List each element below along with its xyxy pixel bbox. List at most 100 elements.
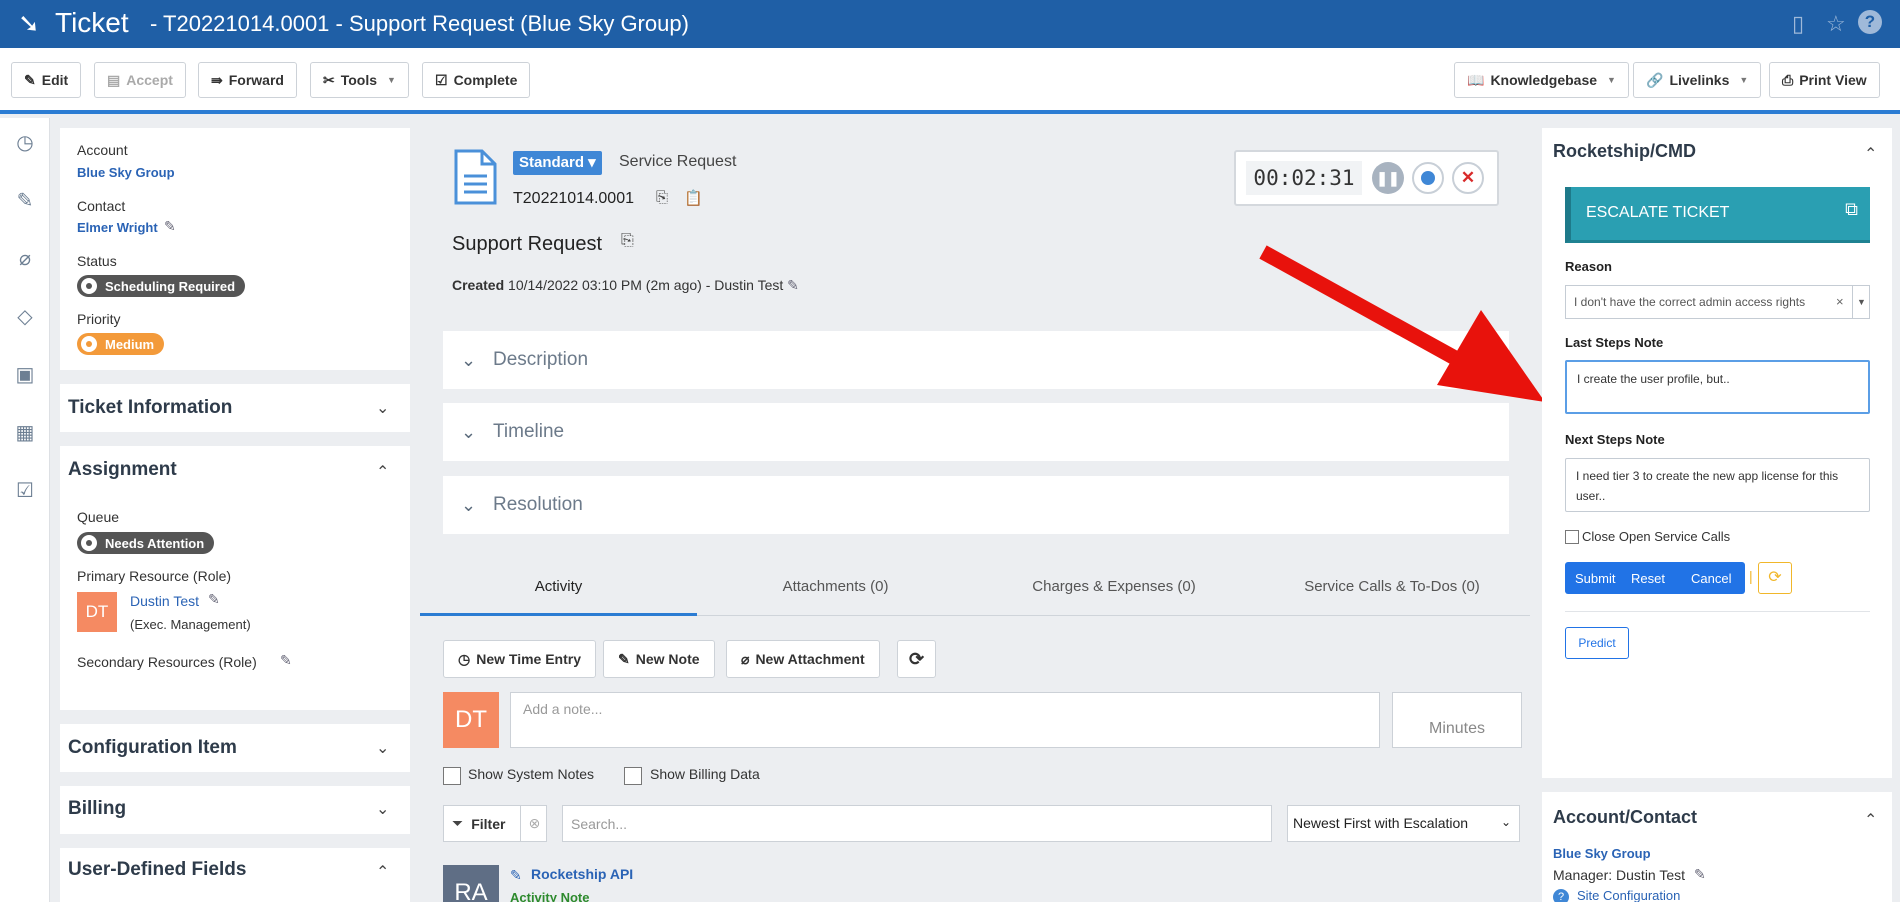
chevron-up-icon[interactable]: ⌃ bbox=[376, 462, 389, 482]
star-icon[interactable]: ☆ bbox=[1826, 11, 1846, 37]
submit-button[interactable]: Submit bbox=[1575, 571, 1615, 586]
chevron-down-icon[interactable]: ⌄ bbox=[376, 799, 389, 819]
activity-search-input[interactable]: Search... bbox=[562, 805, 1272, 842]
print-view-button[interactable]: ⎙ Print View bbox=[1769, 62, 1880, 98]
copy-number-icon[interactable]: ⎘ bbox=[656, 189, 668, 206]
edit-note-icon[interactable]: ✎ bbox=[12, 188, 38, 214]
chevron-up-icon[interactable]: ⌃ bbox=[1864, 810, 1877, 830]
document-icon: ▤ bbox=[107, 71, 121, 88]
checklist-icon[interactable]: ☑ bbox=[12, 478, 38, 504]
resolution-panel[interactable]: ⌄ Resolution bbox=[443, 476, 1509, 534]
clock-icon[interactable]: ◷ bbox=[12, 130, 38, 156]
created-separator: - bbox=[705, 277, 711, 293]
show-system-notes-checkbox[interactable] bbox=[443, 767, 461, 785]
action-button-group: Submit Reset Cancel bbox=[1565, 562, 1745, 594]
ticket-type-badge[interactable]: Standard ▾ bbox=[513, 151, 602, 175]
complete-button[interactable]: ☑ Complete bbox=[422, 62, 531, 98]
predict-button[interactable]: Predict bbox=[1565, 627, 1629, 659]
created-value: 10/14/2022 03:10 PM (2m ago) bbox=[508, 277, 702, 293]
tab-attachments[interactable]: Attachments (0) bbox=[697, 578, 974, 595]
refresh-predict-button[interactable]: ⟳ bbox=[1758, 562, 1792, 594]
pause-button[interactable]: ❚❚ bbox=[1372, 162, 1404, 194]
status-dot-icon bbox=[81, 278, 97, 294]
contact-link[interactable]: Elmer Wright bbox=[77, 220, 158, 235]
refresh-button[interactable]: ⟳ bbox=[897, 640, 936, 678]
new-time-entry-button[interactable]: ◷ New Time Entry bbox=[443, 640, 596, 678]
created-label: Created bbox=[452, 277, 505, 293]
stop-button[interactable]: ✕ bbox=[1452, 162, 1484, 194]
timeline-panel[interactable]: ⌄ Timeline bbox=[443, 403, 1509, 461]
next-steps-textarea[interactable]: I need tier 3 to create the new app lice… bbox=[1565, 458, 1870, 512]
show-billing-data-checkbox[interactable] bbox=[624, 767, 642, 785]
user-defined-fields-section[interactable]: User-Defined Fields ⌃ bbox=[60, 848, 410, 902]
edit-created-icon[interactable]: ✎ bbox=[787, 277, 799, 293]
new-attachment-button[interactable]: ⌀ New Attachment bbox=[726, 640, 880, 678]
entry-type: Activity Note bbox=[510, 890, 590, 902]
chevron-down-icon[interactable]: ⌄ bbox=[376, 398, 389, 418]
timer-widget: 00:02:31 ❚❚ ✕ bbox=[1234, 150, 1499, 206]
edit-button[interactable]: ✎ Edit bbox=[11, 62, 82, 98]
account-contact-account-link[interactable]: Blue Sky Group bbox=[1553, 846, 1651, 861]
tag-icon[interactable]: ◇ bbox=[12, 304, 38, 330]
clipboard-icon[interactable]: 📋 bbox=[684, 189, 703, 207]
tab-activity[interactable]: Activity bbox=[420, 578, 697, 595]
external-link-icon: ⧉ bbox=[1845, 199, 1858, 219]
status-value: Scheduling Required bbox=[105, 278, 236, 294]
last-steps-label: Last Steps Note bbox=[1565, 335, 1664, 350]
edit-label: Edit bbox=[41, 72, 69, 88]
record-button[interactable] bbox=[1412, 162, 1444, 194]
account-contact-title: Account/Contact bbox=[1553, 807, 1697, 827]
book-icon: 📖 bbox=[1467, 71, 1485, 88]
reset-button[interactable]: Reset bbox=[1631, 571, 1665, 586]
site-configuration-link[interactable]: Site Configuration bbox=[1577, 888, 1680, 902]
account-link[interactable]: Blue Sky Group bbox=[77, 165, 175, 180]
clear-reason-icon[interactable]: × bbox=[1836, 294, 1844, 309]
sort-select[interactable]: Newest First with Escalation ⌄ bbox=[1287, 805, 1520, 842]
entry-edit-icon[interactable]: ✎ bbox=[510, 867, 522, 884]
chevron-up-icon[interactable]: ⌃ bbox=[1864, 144, 1877, 164]
reason-select[interactable]: I don't have the correct admin access ri… bbox=[1565, 285, 1870, 319]
title-bar: ➘ Ticket - T20221014.0001 - Support Requ… bbox=[0, 0, 1900, 48]
panel-icon[interactable]: ▯ bbox=[1792, 11, 1804, 37]
accept-button[interactable]: ▤ Accept bbox=[94, 62, 186, 98]
new-note-button[interactable]: ✎ New Note bbox=[603, 640, 715, 678]
clear-filter-icon[interactable]: ⊗ bbox=[520, 806, 548, 841]
edit-contact-icon[interactable]: ✎ bbox=[164, 218, 176, 235]
knowledgebase-button[interactable]: 📖 Knowledgebase ▼ bbox=[1454, 62, 1629, 98]
resolution-heading: Resolution bbox=[493, 494, 583, 515]
cancel-button[interactable]: Cancel bbox=[1691, 571, 1731, 586]
forward-button[interactable]: ⇛ Forward bbox=[198, 62, 297, 98]
chevron-up-icon[interactable]: ⌃ bbox=[376, 862, 389, 882]
edit-secondary-icon[interactable]: ✎ bbox=[280, 652, 292, 669]
edit-manager-icon[interactable]: ✎ bbox=[1694, 866, 1706, 883]
help-icon[interactable]: ? bbox=[1858, 10, 1882, 34]
copy-title-icon[interactable]: ⎘ bbox=[621, 232, 634, 250]
assignment-section: Assignment ⌃ Queue Needs Attention Prima… bbox=[60, 446, 410, 710]
ticket-information-section[interactable]: Ticket Information ⌄ bbox=[60, 384, 410, 432]
note-input[interactable]: Add a note... bbox=[510, 692, 1380, 748]
calendar-icon[interactable]: ▦ bbox=[12, 420, 38, 446]
chevron-down-icon[interactable]: ⌄ bbox=[376, 738, 389, 758]
entry-author-link[interactable]: Rocketship API bbox=[531, 866, 633, 882]
configuration-item-section[interactable]: Configuration Item ⌄ bbox=[60, 724, 410, 772]
filter-control[interactable]: ⏷ Filter ⊗ bbox=[443, 805, 547, 842]
minutes-input[interactable]: Minutes bbox=[1392, 692, 1522, 748]
user-defined-fields-heading: User-Defined Fields bbox=[68, 859, 247, 880]
account-manager: Manager: Dustin Test bbox=[1553, 867, 1686, 883]
help-icon: ? bbox=[1553, 889, 1569, 902]
primary-resource-link[interactable]: Dustin Test bbox=[130, 593, 199, 609]
wallet-icon[interactable]: ▣ bbox=[12, 362, 38, 388]
pencil-icon: ✎ bbox=[24, 71, 36, 88]
paperclip-icon[interactable]: ⌀ bbox=[12, 246, 38, 272]
chevron-down-icon: ⌄ bbox=[461, 349, 477, 370]
billing-section[interactable]: Billing ⌄ bbox=[60, 786, 410, 834]
livelinks-button[interactable]: 🔗 Livelinks ▼ bbox=[1633, 62, 1762, 98]
edit-primary-icon[interactable]: ✎ bbox=[208, 591, 220, 608]
last-steps-textarea[interactable]: I create the user profile, but.. bbox=[1565, 360, 1870, 414]
tab-charges-expenses[interactable]: Charges & Expenses (0) bbox=[974, 578, 1254, 595]
close-open-service-calls-checkbox[interactable] bbox=[1565, 530, 1579, 544]
escalate-ticket-button[interactable]: ESCALATE TICKET ⧉ bbox=[1565, 187, 1870, 243]
status-label: Status bbox=[77, 253, 117, 269]
tools-button[interactable]: ✂ Tools ▼ bbox=[310, 62, 409, 98]
tab-service-calls[interactable]: Service Calls & To-Dos (0) bbox=[1254, 578, 1530, 595]
